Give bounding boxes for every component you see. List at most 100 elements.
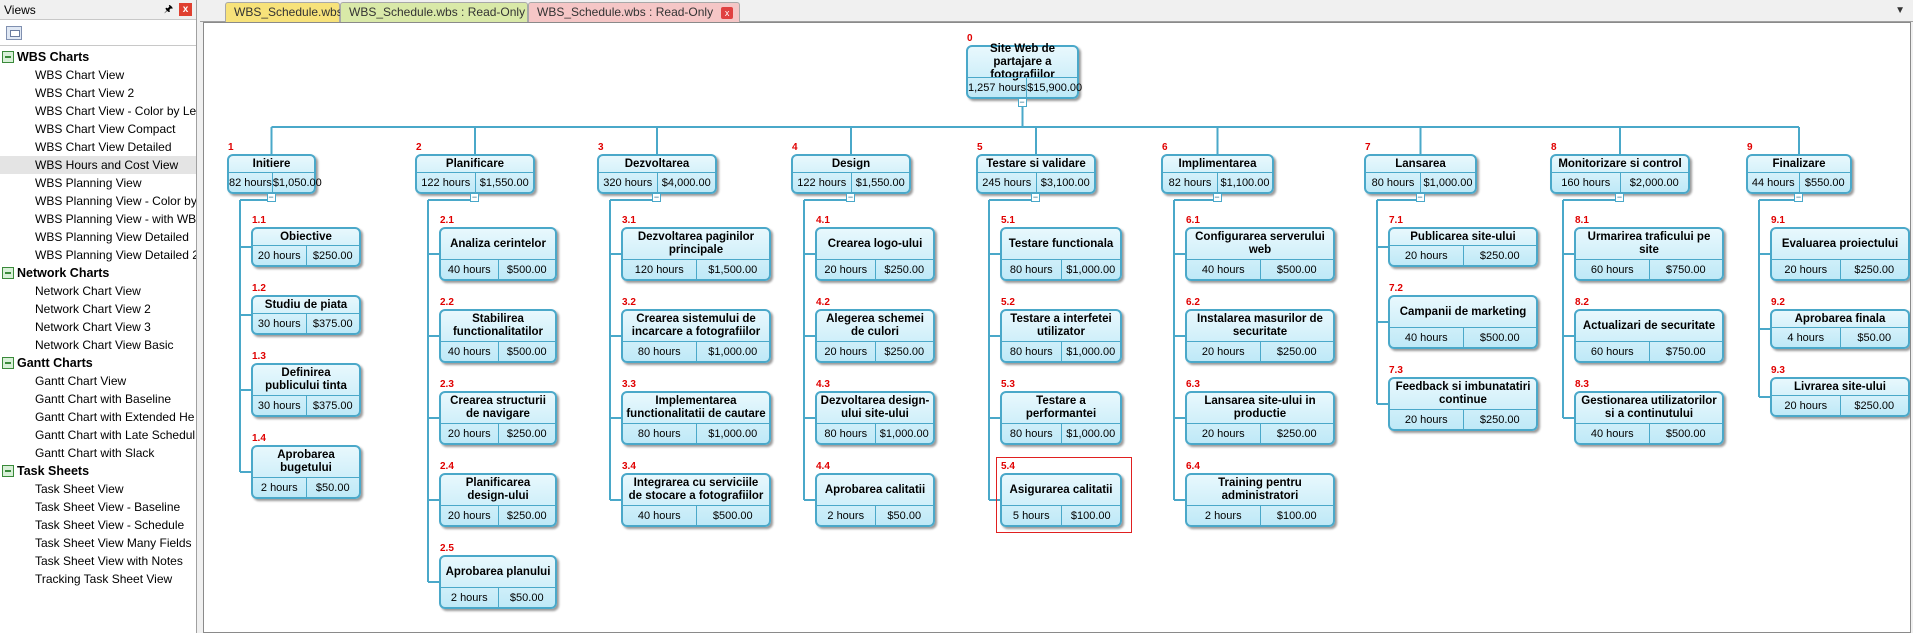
- wbs-task-node[interactable]: Actualizari de securitate 60 hours $750.00: [1574, 309, 1724, 363]
- wbs-task-node[interactable]: Urmarirea traficului pe site 60 hours $750…: [1574, 227, 1724, 281]
- tab-wbs-schedule-readonly-2[interactable]: WBS_Schedule.wbs : Read-Only x: [528, 2, 740, 22]
- view-item[interactable]: WBS Planning View: [0, 174, 196, 192]
- view-item[interactable]: WBS Planning View - Color by: [0, 192, 196, 210]
- wbs-phase-node[interactable]: Finalizare 44 hours $550.00: [1746, 154, 1852, 194]
- wbs-task-node[interactable]: Dezvoltarea design-ului site-ului 80 hour…: [815, 391, 935, 445]
- wbs-task-node[interactable]: Publicarea site-ului 20 hours $250.00: [1388, 227, 1538, 267]
- wbs-task-node[interactable]: Instalarea masurilor de securitate 20 hou…: [1185, 309, 1335, 363]
- view-item[interactable]: Network Chart View 3: [0, 318, 196, 336]
- collapse-toggle-icon[interactable]: −: [652, 193, 661, 202]
- wbs-task-node[interactable]: Crearea structurii de navigare 20 hours $2…: [439, 391, 557, 445]
- node-hours: 40 hours: [1576, 424, 1650, 443]
- wbs-task-node[interactable]: Dezvoltarea paginilor principale 120 hour…: [621, 227, 771, 281]
- collapse-toggle-icon[interactable]: −: [846, 193, 855, 202]
- wbs-task-node[interactable]: Livrarea site-ului 20 hours $250.00: [1770, 377, 1910, 417]
- view-category[interactable]: Task Sheets: [0, 462, 196, 480]
- view-category[interactable]: WBS Charts: [0, 48, 196, 66]
- close-tab-button[interactable]: x: [721, 6, 734, 19]
- view-category[interactable]: Network Charts: [0, 264, 196, 282]
- view-item[interactable]: Gantt Chart with Late Schedul: [0, 426, 196, 444]
- wbs-task-node[interactable]: Obiective 20 hours $250.00: [251, 227, 361, 267]
- node-values-row: 82 hours $1,050.00: [229, 172, 322, 192]
- wbs-task-node[interactable]: Aprobarea finala 4 hours $50.00: [1770, 309, 1910, 349]
- collapse-toggle-icon[interactable]: −: [1017, 98, 1027, 107]
- wbs-task-node[interactable]: Campanii de marketing 40 hours $500.00: [1388, 295, 1538, 349]
- wbs-task-node[interactable]: Gestionarea utilizatorilor si a continut…: [1574, 391, 1724, 445]
- wbs-id-label: 2.1: [440, 215, 454, 226]
- node-title: Planificarea design-ului: [465, 477, 531, 502]
- wbs-task-node[interactable]: Planificarea design-ului 20 hours $250.00: [439, 473, 557, 527]
- chevron-down-icon[interactable]: ▼: [1895, 5, 1905, 16]
- wbs-task-node[interactable]: Crearea logo-ului 20 hours $250.00: [815, 227, 935, 281]
- new-view-icon[interactable]: [6, 25, 22, 40]
- view-item[interactable]: Gantt Chart with Baseline: [0, 390, 196, 408]
- wbs-task-node[interactable]: Alegerea schemei de culori 20 hours $250.0…: [815, 309, 935, 363]
- wbs-phase-node[interactable]: Implimentarea 82 hours $1,100.00: [1161, 154, 1274, 194]
- wbs-task-node[interactable]: Aprobarea planului 2 hours $50.00: [439, 555, 557, 609]
- view-item[interactable]: WBS Hours and Cost View: [0, 156, 196, 174]
- wbs-task-node[interactable]: Analiza cerintelor 40 hours $500.00: [439, 227, 557, 281]
- node-title: Configurarea serverului web: [1195, 231, 1325, 256]
- wbs-task-node[interactable]: Integrarea cu serviciile de stocare a fo…: [621, 473, 771, 527]
- wbs-task-node[interactable]: Testare a interfetei utilizator 80 hours $…: [1000, 309, 1122, 363]
- view-item[interactable]: Task Sheet View - Schedule: [0, 516, 196, 534]
- view-item[interactable]: Network Chart View Basic: [0, 336, 196, 354]
- wbs-task-node[interactable]: Evaluarea proiectului 20 hours $250.00: [1770, 227, 1910, 281]
- wbs-phase-node[interactable]: Monitorizare si control 160 hours $2,000.0…: [1550, 154, 1690, 194]
- view-item[interactable]: Task Sheet View: [0, 480, 196, 498]
- view-item[interactable]: Task Sheet View - Baseline: [0, 498, 196, 516]
- wbs-task-node[interactable]: Definirea publicului tinta 30 hours $375.0…: [251, 363, 361, 417]
- view-item[interactable]: WBS Chart View - Color by Lev: [0, 102, 196, 120]
- view-item[interactable]: Gantt Chart with Extended He: [0, 408, 196, 426]
- wbs-task-node[interactable]: Aprobarea bugetului 2 hours $50.00: [251, 445, 361, 499]
- node-values-row: 20 hours $250.00: [253, 245, 359, 265]
- wbs-task-node[interactable]: Lansarea site-ului in productie 20 hours $…: [1185, 391, 1335, 445]
- view-item[interactable]: WBS Planning View Detailed: [0, 228, 196, 246]
- view-item[interactable]: WBS Chart View 2: [0, 84, 196, 102]
- view-item[interactable]: Tracking Task Sheet View: [0, 570, 196, 588]
- view-item[interactable]: Network Chart View 2: [0, 300, 196, 318]
- collapse-toggle-icon[interactable]: −: [470, 193, 479, 202]
- view-item[interactable]: Task Sheet View Many Fields: [0, 534, 196, 552]
- view-category[interactable]: Gantt Charts: [0, 354, 196, 372]
- collapse-toggle-icon[interactable]: −: [266, 193, 276, 202]
- wbs-task-node[interactable]: Crearea sistemului de incarcare a fotogr…: [621, 309, 771, 363]
- wbs-phase-node[interactable]: Testare si validare 245 hours $3,100.00: [976, 154, 1096, 194]
- view-item[interactable]: Gantt Chart View: [0, 372, 196, 390]
- wbs-task-node[interactable]: Stabilirea functionalitatilor 40 hours $50…: [439, 309, 557, 363]
- collapse-toggle-icon[interactable]: −: [1212, 193, 1222, 202]
- wbs-root-node[interactable]: Site Web de partajare a fotografiilor 1,2…: [966, 43, 1082, 99]
- view-item[interactable]: Network Chart View: [0, 282, 196, 300]
- collapse-toggle-icon[interactable]: −: [1615, 193, 1624, 202]
- collapse-toggle-icon[interactable]: −: [1031, 193, 1040, 202]
- view-item[interactable]: WBS Planning View Detailed 2: [0, 246, 196, 264]
- view-item[interactable]: Task Sheet View with Notes: [0, 552, 196, 570]
- view-item[interactable]: WBS Chart View Detailed: [0, 138, 196, 156]
- node-hours: 40 hours: [1187, 260, 1261, 279]
- wbs-phase-node[interactable]: Planificare 122 hours $1,550.00: [415, 154, 535, 194]
- tab-wbs-schedule[interactable]: WBS_Schedule.wbs: [225, 2, 343, 22]
- wbs-task-node[interactable]: Testare a performantei 80 hours $1,000.00: [1000, 391, 1122, 445]
- wbs-task-node[interactable]: Studiu de piata 30 hours $375.00: [251, 295, 361, 335]
- collapse-toggle-icon[interactable]: −: [1794, 193, 1803, 202]
- node-title: Planificare: [445, 157, 505, 170]
- wbs-phase-node[interactable]: Initiere 82 hours $1,050.00: [227, 154, 322, 194]
- view-item[interactable]: WBS Chart View Compact: [0, 120, 196, 138]
- tab-wbs-schedule-readonly-1[interactable]: WBS_Schedule.wbs : Read-Only: [340, 2, 528, 22]
- wbs-phase-node[interactable]: Dezvoltarea 320 hours $4,000.00: [597, 154, 717, 194]
- pin-icon[interactable]: 🖈: [162, 3, 175, 16]
- collapse-toggle-icon[interactable]: −: [1415, 193, 1425, 202]
- view-item[interactable]: WBS Chart View: [0, 66, 196, 84]
- wbs-task-node[interactable]: Testare functionala 80 hours $1,000.00: [1000, 227, 1122, 281]
- view-item[interactable]: WBS Planning View - with WB: [0, 210, 196, 228]
- close-panel-button[interactable]: x: [179, 3, 192, 16]
- wbs-chart-canvas[interactable]: Site Web de partajare a fotografiilor 1,2…: [203, 22, 1911, 633]
- wbs-task-node[interactable]: Training pentru administratori 2 hours $10…: [1185, 473, 1335, 527]
- view-item[interactable]: Gantt Chart with Slack: [0, 444, 196, 462]
- wbs-phase-node[interactable]: Lansarea 80 hours $1,000.00: [1364, 154, 1477, 194]
- wbs-task-node[interactable]: Implementarea functionalitatii de cautar…: [621, 391, 771, 445]
- wbs-task-node[interactable]: Configurarea serverului web 40 hours $500.…: [1185, 227, 1335, 281]
- wbs-task-node[interactable]: Feedback si imbunatatiri continue 20 hour…: [1388, 377, 1538, 431]
- wbs-phase-node[interactable]: Design 122 hours $1,550.00: [791, 154, 911, 194]
- wbs-task-node[interactable]: Aprobarea calitatii 2 hours $50.00: [815, 473, 935, 527]
